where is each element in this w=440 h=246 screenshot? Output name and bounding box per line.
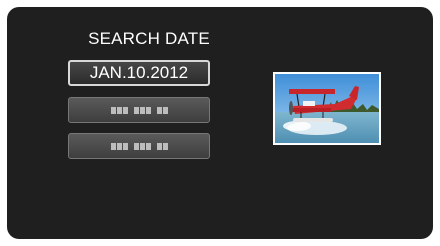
- date-button-placeholder-1[interactable]: [68, 97, 210, 123]
- seaplane-photo-icon: [275, 74, 379, 143]
- date-button-selected[interactable]: JAN.10.2012: [68, 60, 210, 86]
- date-button-placeholder-2[interactable]: [68, 133, 210, 159]
- placeholder-dots-icon: [110, 142, 168, 150]
- placeholder-dots-icon: [110, 106, 168, 114]
- thumbnail-image: [273, 72, 381, 145]
- screen-title: SEARCH DATE: [88, 29, 210, 48]
- search-date-screen: SEARCH DATE JAN.10.2012: [7, 7, 433, 239]
- date-button-label: JAN.10.2012: [89, 63, 189, 82]
